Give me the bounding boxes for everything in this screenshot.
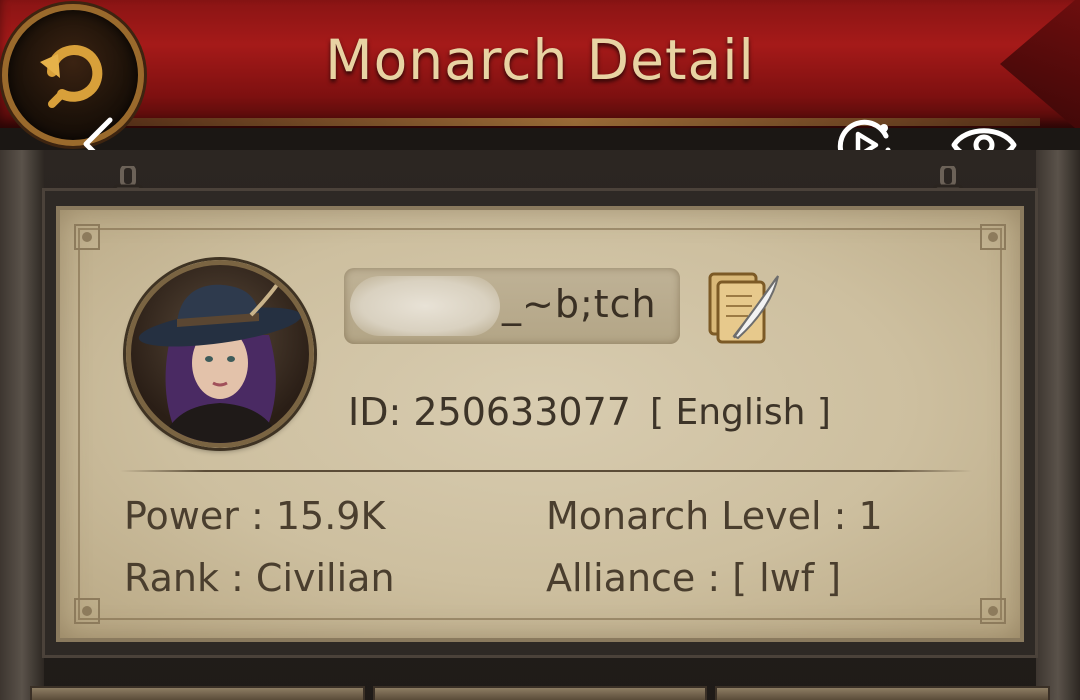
right-pillar (1036, 150, 1080, 700)
corner-ornament-icon (74, 224, 100, 250)
divider (120, 470, 972, 472)
avatar[interactable] (126, 260, 314, 448)
quill-scroll-icon[interactable] (704, 266, 782, 348)
corner-ornament-icon (980, 224, 1006, 250)
stat-alliance: Alliance : [ lwf ] (546, 556, 842, 600)
page-title: Monarch Detail (325, 28, 755, 92)
tab-2[interactable] (372, 686, 708, 700)
monarch-portrait (138, 269, 302, 443)
stat-rank: Rank : Civilian (124, 556, 395, 600)
player-name: _~b;tch (502, 282, 657, 326)
name-plate: _~b;tch (344, 268, 680, 344)
stat-monarch-level: Monarch Level : 1 (546, 494, 883, 538)
left-pillar (0, 150, 44, 700)
tab-1[interactable] (30, 686, 365, 700)
stat-power: Power : 15.9K (124, 494, 386, 538)
bottom-tab-strip (30, 686, 1051, 700)
corner-ornament-icon (74, 598, 100, 624)
player-id: ID: 250633077 (348, 390, 631, 434)
back-button[interactable] (2, 4, 144, 146)
back-arrow-icon (40, 45, 103, 108)
player-language: [ English ] (650, 392, 831, 433)
tab-3[interactable] (715, 686, 1051, 700)
banner-trim (110, 118, 1040, 126)
corner-ornament-icon (980, 598, 1006, 624)
name-redaction (350, 276, 500, 336)
